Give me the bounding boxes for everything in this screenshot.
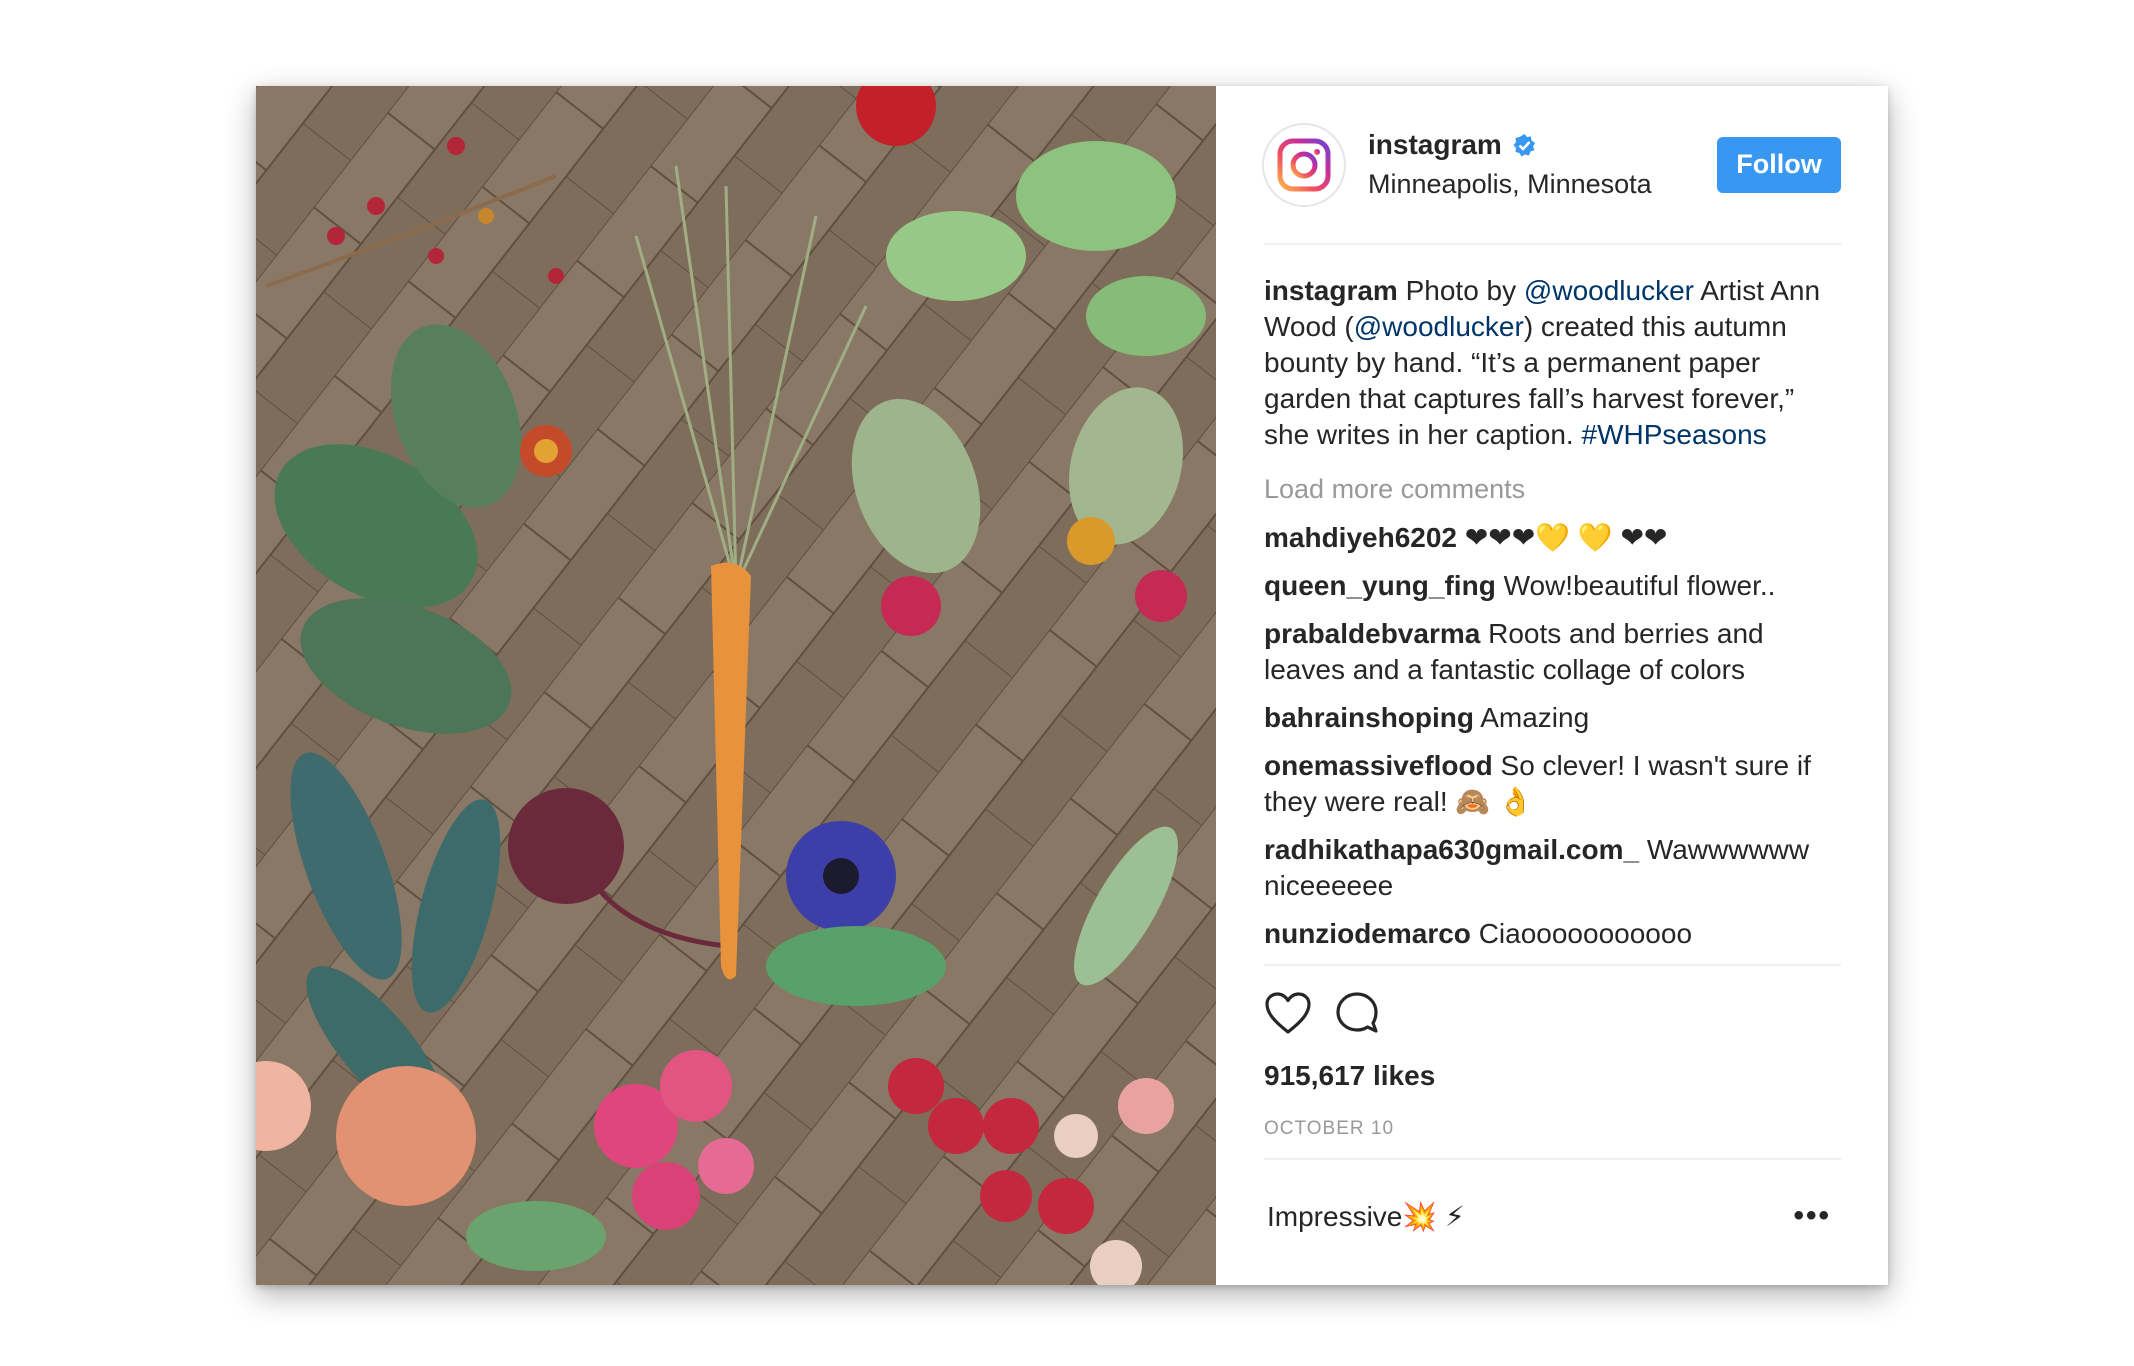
comment-item: prabaldebvarma Roots and berries and lea…: [1264, 616, 1841, 688]
comment-username[interactable]: queen_yung_fing: [1264, 570, 1496, 601]
comment-item: mahdiyeh6202 ❤❤❤💛 💛 ❤❤: [1264, 520, 1841, 556]
comment-input[interactable]: Impressive💥 ⚡: [1267, 1200, 1465, 1233]
post-caption: instagram Photo by @woodlucker Artist An…: [1264, 273, 1841, 453]
comment-text: Ciaooooooooooo: [1470, 918, 1693, 949]
follow-button[interactable]: Follow: [1717, 136, 1841, 193]
comment-text: Wow!beautiful flower..: [1495, 570, 1776, 601]
post-actions: [1264, 966, 1841, 1056]
heart-icon[interactable]: [1264, 988, 1314, 1038]
verified-badge-icon: [1512, 133, 1537, 158]
comment-username[interactable]: nunziodemarco: [1264, 918, 1471, 949]
comment-username[interactable]: radhikathapa630gmail.com_: [1264, 834, 1639, 865]
comments-section: instagram Photo by @woodlucker Artist An…: [1264, 245, 1841, 952]
comment-text: Amazing: [1474, 702, 1590, 733]
comment-item: onemassiveflood So clever! I wasn't sure…: [1264, 748, 1841, 820]
instagram-logo-icon: [1277, 138, 1331, 191]
username-row: instagram: [1368, 129, 1717, 161]
comment-item: queen_yung_fing Wow!beautiful flower..: [1264, 568, 1841, 604]
load-more-comments-button[interactable]: Load more comments: [1264, 470, 1841, 508]
comment-item: nunziodemarco Ciaooooooooooo: [1264, 916, 1841, 952]
post-date[interactable]: OCTOBER 10: [1264, 1118, 1841, 1158]
comment-text: ❤❤❤💛 💛 ❤❤: [1457, 522, 1668, 553]
likes-count[interactable]: 915,617 likes: [1264, 1060, 1841, 1092]
post-author-username[interactable]: instagram: [1368, 129, 1502, 161]
caption-mention[interactable]: @woodlucker: [1524, 275, 1694, 306]
comment-username[interactable]: prabaldebvarma: [1264, 618, 1480, 649]
comment-item: radhikathapa630gmail.com_ Wawwwwww nicee…: [1264, 832, 1841, 904]
comment-bubble-icon[interactable]: [1334, 988, 1384, 1038]
post-card: instagram Minneapolis, Minnesota Follow …: [256, 86, 1888, 1285]
comment-username[interactable]: onemassiveflood: [1264, 750, 1493, 781]
comment-item: bahrainshoping Amazing: [1264, 700, 1841, 736]
post-location[interactable]: Minneapolis, Minnesota: [1368, 169, 1717, 200]
avatar[interactable]: [1262, 122, 1346, 207]
post-side-panel: instagram Minneapolis, Minnesota Follow …: [1216, 86, 1888, 1285]
add-comment-bar: Impressive💥 ⚡ •••: [1264, 1160, 1841, 1272]
caption-username[interactable]: instagram: [1264, 275, 1398, 306]
caption-hashtag[interactable]: #WHPseasons: [1582, 419, 1767, 450]
more-options-icon[interactable]: •••: [1793, 1199, 1831, 1233]
caption-text: Photo by: [1397, 275, 1524, 306]
comment-username[interactable]: bahrainshoping: [1264, 702, 1474, 733]
post-author-info: instagram Minneapolis, Minnesota: [1368, 129, 1717, 200]
comment-username[interactable]: mahdiyeh6202: [1264, 522, 1457, 553]
caption-mention[interactable]: @woodlucker: [1354, 311, 1524, 342]
post-header: instagram Minneapolis, Minnesota Follow: [1262, 86, 1841, 245]
post-photo[interactable]: [256, 86, 1216, 1285]
